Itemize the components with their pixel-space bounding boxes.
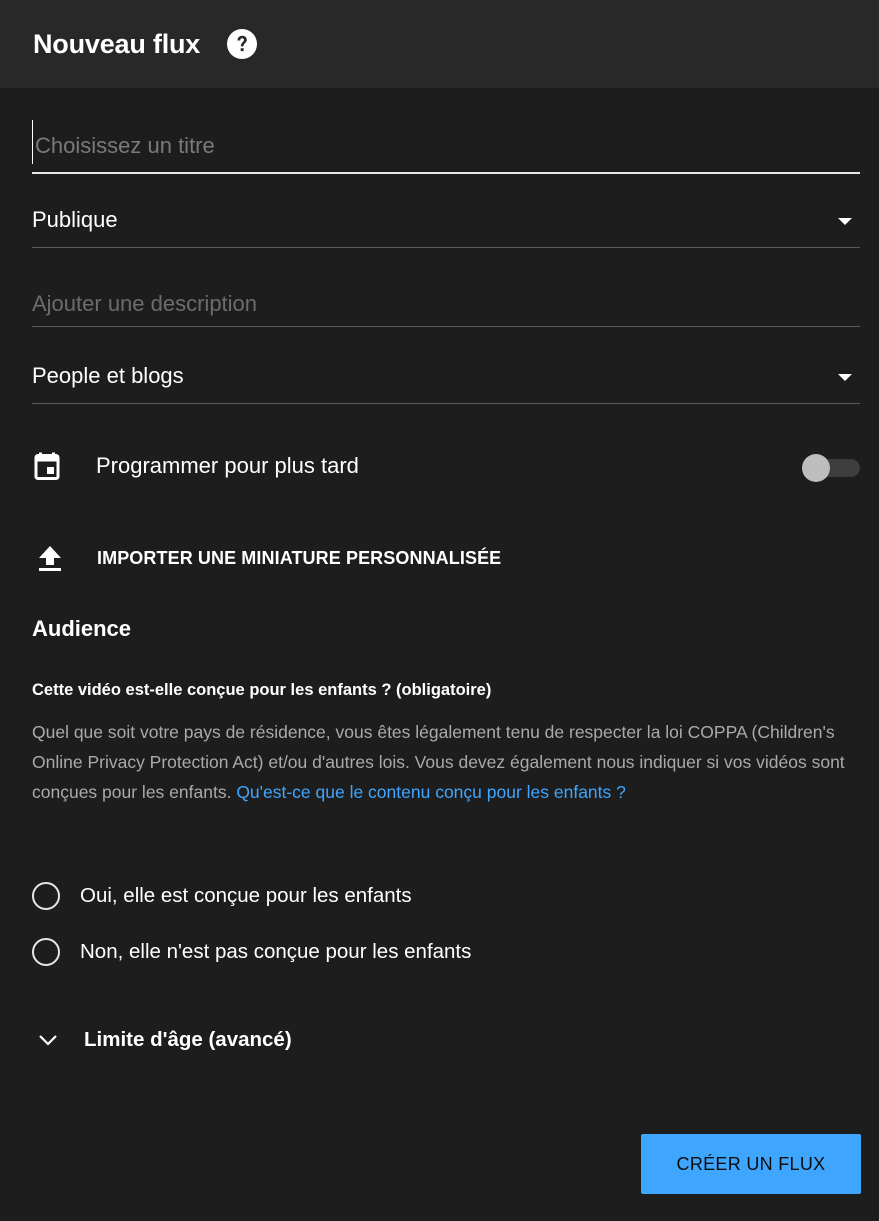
description-field[interactable] [32, 276, 860, 327]
upload-icon [39, 546, 61, 571]
visibility-value: Publique [32, 207, 118, 232]
title-input[interactable] [32, 120, 863, 164]
dialog-header: Nouveau flux [0, 0, 879, 88]
upload-thumbnail-button[interactable]: IMPORTER UNE MINIATURE PERSONNALISÉE [32, 540, 501, 576]
age-restriction-expander[interactable]: Limite d'âge (avancé) [38, 1022, 292, 1058]
dropdown-arrow-icon [838, 218, 852, 225]
radio-button[interactable] [32, 882, 60, 910]
radio-made-for-kids-no[interactable]: Non, elle n'est pas conçue pour les enfa… [32, 934, 471, 970]
category-value: People et blogs [32, 363, 184, 388]
new-stream-dialog: Nouveau flux Publique People et blogs [0, 0, 879, 1221]
made-for-kids-question: Cette vidéo est-elle conçue pour les enf… [32, 681, 492, 699]
dropdown-arrow-icon [838, 374, 852, 381]
radio-yes-label: Oui, elle est conçue pour les enfants [80, 884, 412, 907]
help-circle-icon[interactable] [226, 28, 258, 60]
radio-button[interactable] [32, 938, 60, 966]
schedule-label: Programmer pour plus tard [96, 453, 359, 478]
radio-made-for-kids-yes[interactable]: Oui, elle est conçue pour les enfants [32, 878, 412, 914]
create-stream-button[interactable]: CRÉER UN FLUX [641, 1134, 861, 1194]
schedule-row: Programmer pour plus tard [32, 444, 860, 488]
schedule-toggle[interactable] [802, 454, 860, 482]
chevron-down-icon [39, 1035, 57, 1046]
radio-no-label: Non, elle n'est pas conçue pour les enfa… [80, 940, 472, 963]
age-restriction-label: Limite d'âge (avancé) [84, 1028, 292, 1051]
upload-thumbnail-label: IMPORTER UNE MINIATURE PERSONNALISÉE [97, 547, 502, 568]
calendar-icon [34, 452, 60, 480]
title-field[interactable] [32, 120, 863, 174]
category-select[interactable]: People et blogs [32, 353, 860, 404]
dialog-title: Nouveau flux [33, 28, 201, 59]
audience-heading: Audience [32, 616, 132, 641]
toggle-thumb [802, 454, 830, 482]
visibility-select[interactable]: Publique [32, 197, 860, 248]
description-input[interactable] [32, 276, 860, 322]
made-for-kids-help-link[interactable]: Qu'est-ce que le contenu conçu pour les … [236, 782, 626, 802]
coppa-legal-text: Quel que soit votre pays de résidence, v… [32, 717, 858, 807]
